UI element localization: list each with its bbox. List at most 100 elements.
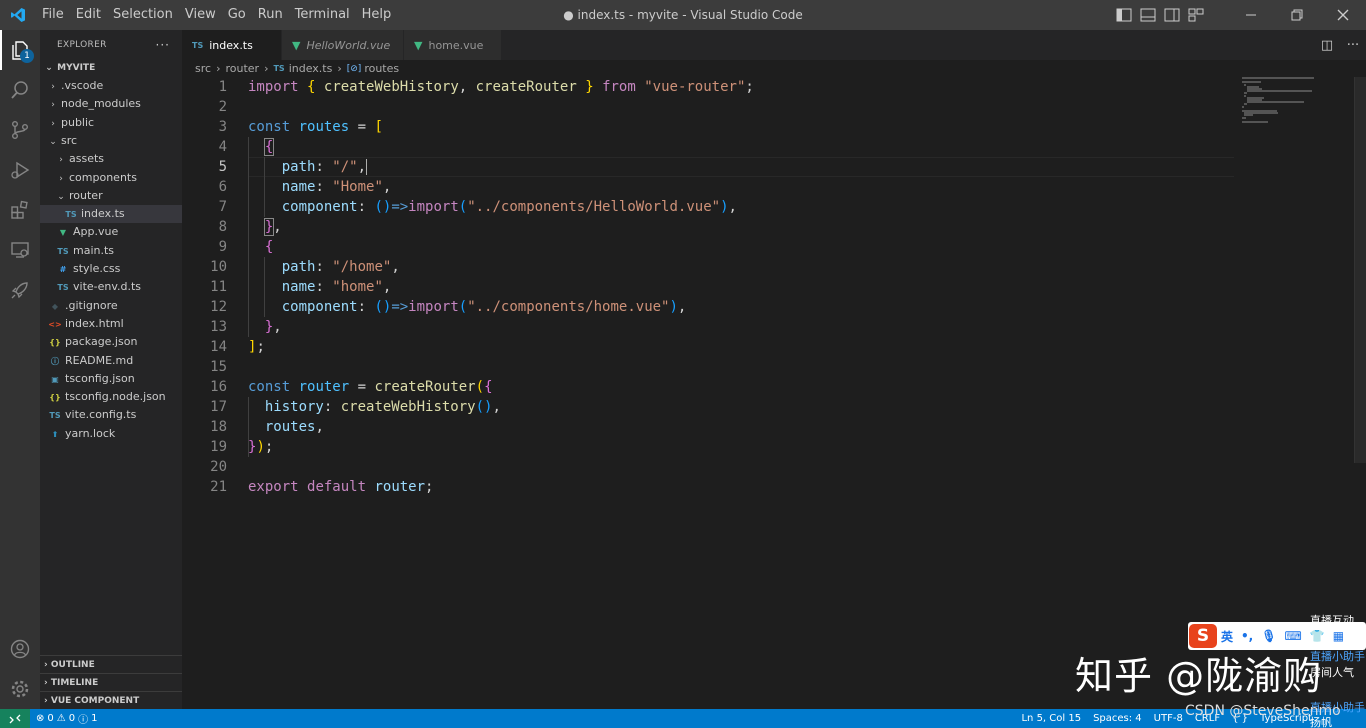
info-icon: ⓘ bbox=[78, 715, 89, 726]
tree-item[interactable]: ◆ .gitignore bbox=[40, 297, 182, 315]
tree-item[interactable]: {} package.json bbox=[40, 333, 182, 351]
code-line[interactable]: const routes = [ bbox=[248, 117, 383, 137]
tree-item[interactable]: › node_modules bbox=[40, 95, 182, 113]
code-line[interactable]: path: "/home", bbox=[248, 257, 400, 277]
tree-item[interactable]: › .vscode bbox=[40, 77, 182, 95]
menu-help[interactable]: Help bbox=[356, 0, 398, 30]
outline-section[interactable]: › OUTLINE bbox=[40, 655, 182, 673]
toggle-primary-sidebar-icon[interactable] bbox=[1112, 0, 1136, 30]
tree-item-label: package.json bbox=[65, 335, 138, 349]
extensions-icon[interactable] bbox=[0, 190, 40, 230]
skin-shirt-icon[interactable]: 👕 bbox=[1310, 629, 1325, 643]
vertical-scrollbar[interactable] bbox=[1354, 77, 1366, 463]
code-line[interactable]: { bbox=[248, 137, 275, 157]
timeline-section[interactable]: › TIMELINE bbox=[40, 673, 182, 691]
breadcrumb-router[interactable]: router bbox=[225, 62, 259, 75]
run-debug-icon[interactable] bbox=[0, 150, 40, 190]
code-line[interactable]: }, bbox=[248, 317, 282, 337]
ts-file-icon: TS bbox=[49, 411, 61, 421]
code-line[interactable]: }, bbox=[248, 217, 282, 237]
problems-indicator[interactable]: ⊗ 0 ⚠ 0 ⓘ 1 bbox=[30, 711, 103, 726]
tree-item[interactable]: ⓘ README.md bbox=[40, 352, 182, 370]
tree-item[interactable]: {} tsconfig.node.json bbox=[40, 388, 182, 406]
minimap[interactable] bbox=[1234, 77, 1354, 137]
toggle-secondary-sidebar-icon[interactable] bbox=[1160, 0, 1184, 30]
tree-item[interactable]: › assets bbox=[40, 150, 182, 168]
code-line[interactable]: }); bbox=[248, 437, 273, 457]
code-line[interactable]: const router = createRouter({ bbox=[248, 377, 493, 397]
encoding[interactable]: UTF-8 bbox=[1148, 713, 1189, 724]
cursor-position[interactable]: Ln 5, Col 15 bbox=[1015, 713, 1087, 724]
tab-index-ts[interactable]: TS index.ts bbox=[182, 30, 282, 60]
ime-language[interactable]: 英 bbox=[1221, 628, 1233, 645]
tree-item[interactable]: TS vite-env.d.ts bbox=[40, 278, 182, 296]
close-icon[interactable] bbox=[1320, 0, 1366, 30]
tree-item[interactable]: ⌄ src bbox=[40, 132, 182, 150]
tree-item[interactable]: ▼ App.vue bbox=[40, 223, 182, 241]
tree-item-label: public bbox=[61, 115, 95, 129]
menu-edit[interactable]: Edit bbox=[70, 0, 107, 30]
deploy-rocket-icon[interactable] bbox=[0, 270, 40, 310]
explorer-icon[interactable]: 1 bbox=[0, 30, 40, 70]
tree-item[interactable]: # style.css bbox=[40, 260, 182, 278]
menu-run[interactable]: Run bbox=[252, 0, 289, 30]
breadcrumb-routes[interactable]: routes bbox=[364, 62, 399, 75]
accounts-icon[interactable] bbox=[0, 629, 40, 669]
remote-indicator[interactable] bbox=[0, 709, 30, 728]
toolbox-grid-icon[interactable]: ▦ bbox=[1333, 629, 1344, 643]
keyboard-icon[interactable]: ⌨ bbox=[1284, 629, 1301, 643]
minimize-icon[interactable] bbox=[1228, 0, 1274, 30]
manage-gear-icon[interactable] bbox=[0, 669, 40, 709]
code-line[interactable]: history: createWebHistory(), bbox=[248, 397, 501, 417]
code-line[interactable]: { bbox=[248, 237, 273, 257]
tree-item[interactable]: ▣ tsconfig.json bbox=[40, 370, 182, 388]
breadcrumb-index-ts[interactable]: index.ts bbox=[289, 62, 333, 75]
tree-item[interactable]: <> index.html bbox=[40, 315, 182, 333]
tab-home-vue[interactable]: ▼ home.vue bbox=[404, 30, 502, 60]
project-folder[interactable]: ⌄ MYVITE bbox=[40, 59, 182, 77]
tab-helloworld-vue[interactable]: ▼ HelloWorld.vue bbox=[282, 30, 404, 60]
code-line[interactable]: component: ()=>import("../components/Hel… bbox=[248, 197, 737, 217]
menu-selection[interactable]: Selection bbox=[107, 0, 179, 30]
code-line[interactable]: export default router; bbox=[248, 477, 433, 497]
microphone-icon[interactable]: 🎙 bbox=[1261, 629, 1276, 643]
line-number: 3 bbox=[218, 119, 227, 135]
more-actions-icon[interactable]: ··· bbox=[1340, 38, 1366, 53]
remote-explorer-icon[interactable] bbox=[0, 230, 40, 270]
code-line[interactable]: component: ()=>import("../components/hom… bbox=[248, 297, 687, 317]
menu-terminal[interactable]: Terminal bbox=[289, 0, 356, 30]
code-line[interactable]: ]; bbox=[248, 337, 265, 357]
restore-icon[interactable] bbox=[1274, 0, 1320, 30]
indentation[interactable]: Spaces: 4 bbox=[1087, 713, 1148, 724]
punctuation-icon[interactable]: •, bbox=[1241, 629, 1253, 643]
tree-item[interactable]: TS main.ts bbox=[40, 242, 182, 260]
css-file-icon: # bbox=[59, 265, 67, 274]
menu-view[interactable]: View bbox=[179, 0, 222, 30]
menu-file[interactable]: File bbox=[36, 0, 70, 30]
ts-file-icon: TS bbox=[57, 246, 69, 256]
source-control-icon[interactable] bbox=[0, 110, 40, 150]
code-line[interactable]: name: "Home", bbox=[248, 177, 392, 197]
tree-item[interactable]: TS vite.config.ts bbox=[40, 406, 182, 424]
tree-item[interactable]: ⌄ router bbox=[40, 187, 182, 205]
code-line[interactable]: import { createWebHistory, createRouter … bbox=[248, 77, 754, 97]
vue-component-preview-section[interactable]: › VUE COMPONENT PREVIEW bbox=[40, 691, 182, 709]
code-line[interactable]: name: "home", bbox=[248, 277, 392, 297]
breadcrumb-src[interactable]: src bbox=[195, 62, 211, 75]
minimap-line bbox=[1244, 114, 1253, 117]
customize-layout-icon[interactable] bbox=[1184, 0, 1208, 30]
menu-go[interactable]: Go bbox=[222, 0, 252, 30]
more-actions-icon[interactable]: ··· bbox=[156, 38, 170, 52]
split-editor-icon[interactable]: ◫ bbox=[1314, 38, 1340, 53]
search-icon[interactable] bbox=[0, 70, 40, 110]
tree-item[interactable]: ⬆ yarn.lock bbox=[40, 425, 182, 443]
code-editor[interactable]: 1 2 3 4 5 6 7 8 9 10 11 12 13 14 15 16 17 18 19 20 21 import… bbox=[182, 77, 1366, 709]
json-file-icon: {} bbox=[49, 393, 61, 403]
code-line[interactable]: routes, bbox=[248, 417, 324, 437]
tree-item[interactable]: › components bbox=[40, 169, 182, 187]
code-line[interactable]: path: "/", bbox=[248, 157, 368, 177]
toggle-panel-icon[interactable] bbox=[1136, 0, 1160, 30]
tree-item[interactable]: TS index.ts bbox=[40, 205, 182, 224]
tree-item-label: .gitignore bbox=[65, 298, 118, 312]
tree-item[interactable]: › public bbox=[40, 114, 182, 132]
